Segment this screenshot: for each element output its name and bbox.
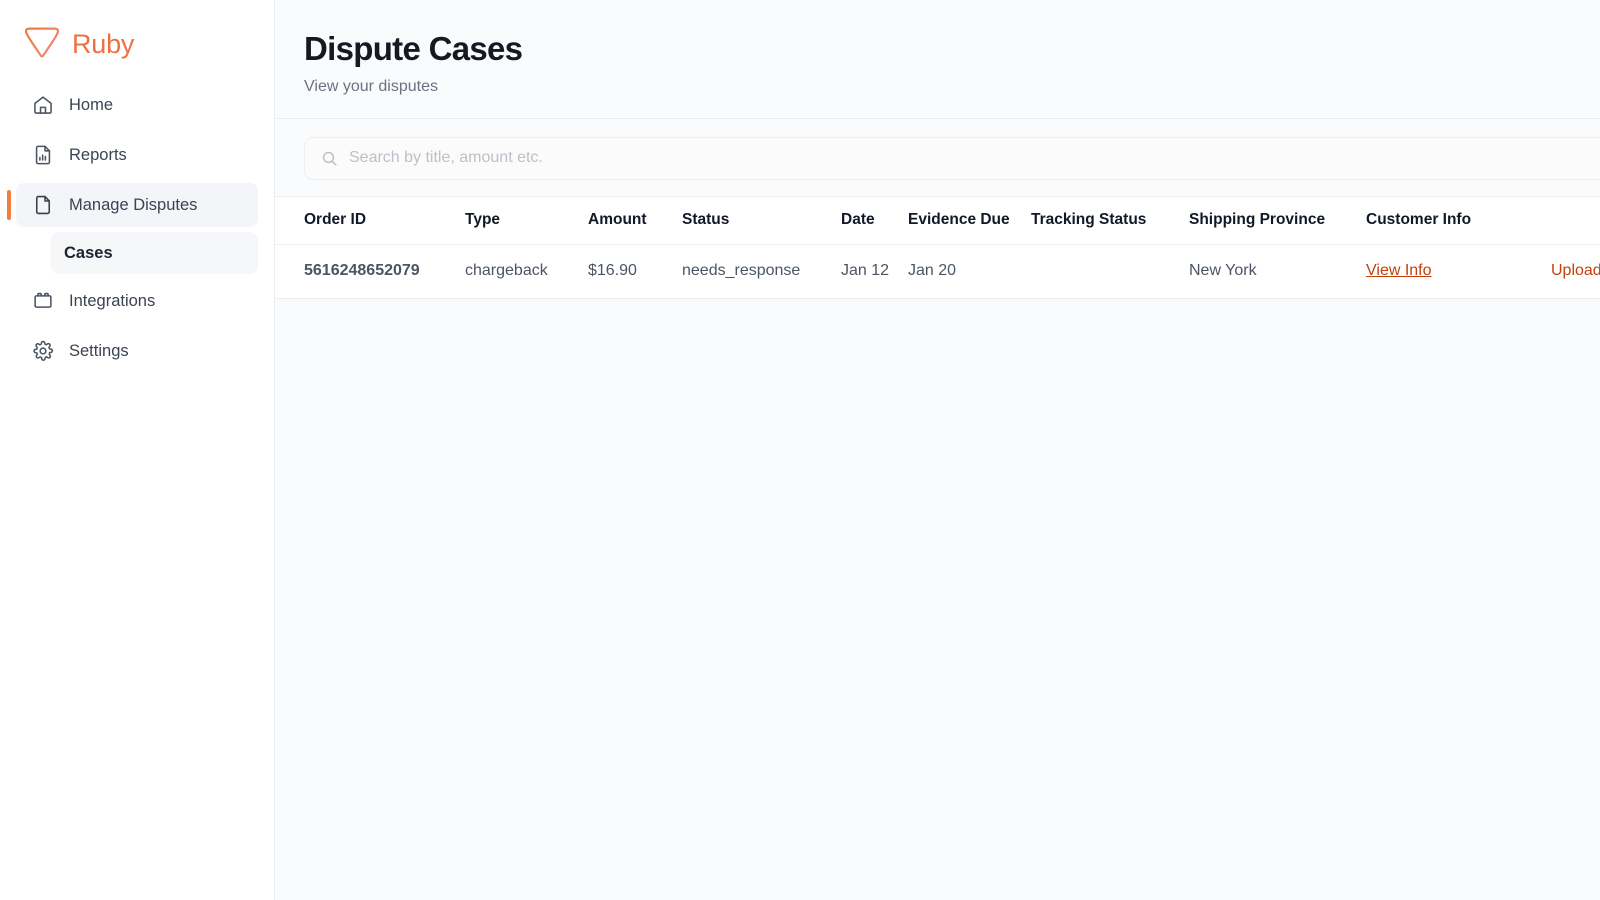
page-header: Dispute Cases View your disputes [275,0,1600,119]
table-row[interactable]: 5616248652079 chargeback $16.90 needs_re… [275,244,1600,299]
gem-icon [24,27,60,58]
column-header-actions [1551,196,1600,245]
toolbar [275,118,1600,197]
cell-amount: $16.90 [588,244,682,299]
page-title: Dispute Cases [304,30,523,67]
sidebar-item-settings[interactable]: Settings [16,329,258,373]
empty-area [275,298,1600,900]
report-document-icon [35,145,51,165]
column-header-order-id[interactable]: Order ID [275,196,465,245]
cell-status: needs_response [682,244,841,299]
column-header-tracking-status[interactable]: Tracking Status [1031,196,1189,245]
sidebar-item-integrations[interactable]: Integrations [16,279,258,323]
search-bar[interactable] [304,136,1600,180]
cell-evidence-due: Jan 20 [908,244,1031,299]
cell-order-id: 5616248652079 [275,244,465,299]
home-icon [34,96,52,114]
cell-actions: Upload Evidence [1551,244,1600,299]
column-header-amount[interactable]: Amount [588,196,682,245]
upload-evidence-button[interactable]: Upload Evidence [1551,262,1600,279]
sidebar-item-reports[interactable]: Reports [16,133,258,177]
sidebar-subitem-label: Cases [64,243,113,262]
cell-tracking-status [1031,244,1189,299]
sidebar: Ruby Home Reports Manage Disputes Cases … [0,0,275,900]
puzzle-brick-icon [34,292,52,308]
cell-customer-info: View Info [1366,244,1551,299]
main-content: Dispute Cases View your disputes Search … [275,0,1600,900]
sidebar-item-manage-disputes[interactable]: Manage Disputes [7,183,258,227]
column-header-status[interactable]: Status [682,196,841,245]
cell-type: chargeback [465,244,588,299]
brand-name: Ruby [72,28,135,59]
search-icon [322,151,337,166]
sidebar-item-cases[interactable]: Cases [51,232,258,274]
sidebar-nav: Home Reports Manage Disputes Cases Integ… [0,80,274,401]
search-input[interactable] [349,137,1600,179]
column-header-shipping-province[interactable]: Shipping Province [1189,196,1366,245]
sidebar-item-label: Settings [69,341,129,360]
cell-shipping-province: New York [1189,244,1366,299]
cell-date: Jan 12 [841,244,908,299]
sidebar-item-label: Home [69,95,114,114]
cases-table-container: Order ID Type Amount Status Date Evidenc… [275,196,1600,299]
column-header-evidence-due[interactable]: Evidence Due [908,196,1031,245]
sidebar-item-home[interactable]: Home [16,83,258,127]
app-root: Ruby Home Reports Manage Disputes Cases … [0,0,1600,900]
view-info-link[interactable]: View Info [1366,262,1432,279]
sidebar-item-label: Manage Disputes [69,195,198,214]
column-header-type[interactable]: Type [465,196,588,245]
page-subtitle: View your disputes [304,77,438,95]
brand-logo[interactable]: Ruby [0,0,274,66]
gear-icon [33,340,54,361]
table-header-row: Order ID Type Amount Status Date Evidenc… [275,196,1600,245]
sidebar-item-label: Integrations [69,291,156,310]
cases-table: Order ID Type Amount Status Date Evidenc… [275,196,1600,299]
file-icon [35,195,51,215]
sidebar-item-label: Reports [69,145,127,164]
column-header-date[interactable]: Date [841,196,908,245]
column-header-customer-info[interactable]: Customer Info [1366,196,1551,245]
